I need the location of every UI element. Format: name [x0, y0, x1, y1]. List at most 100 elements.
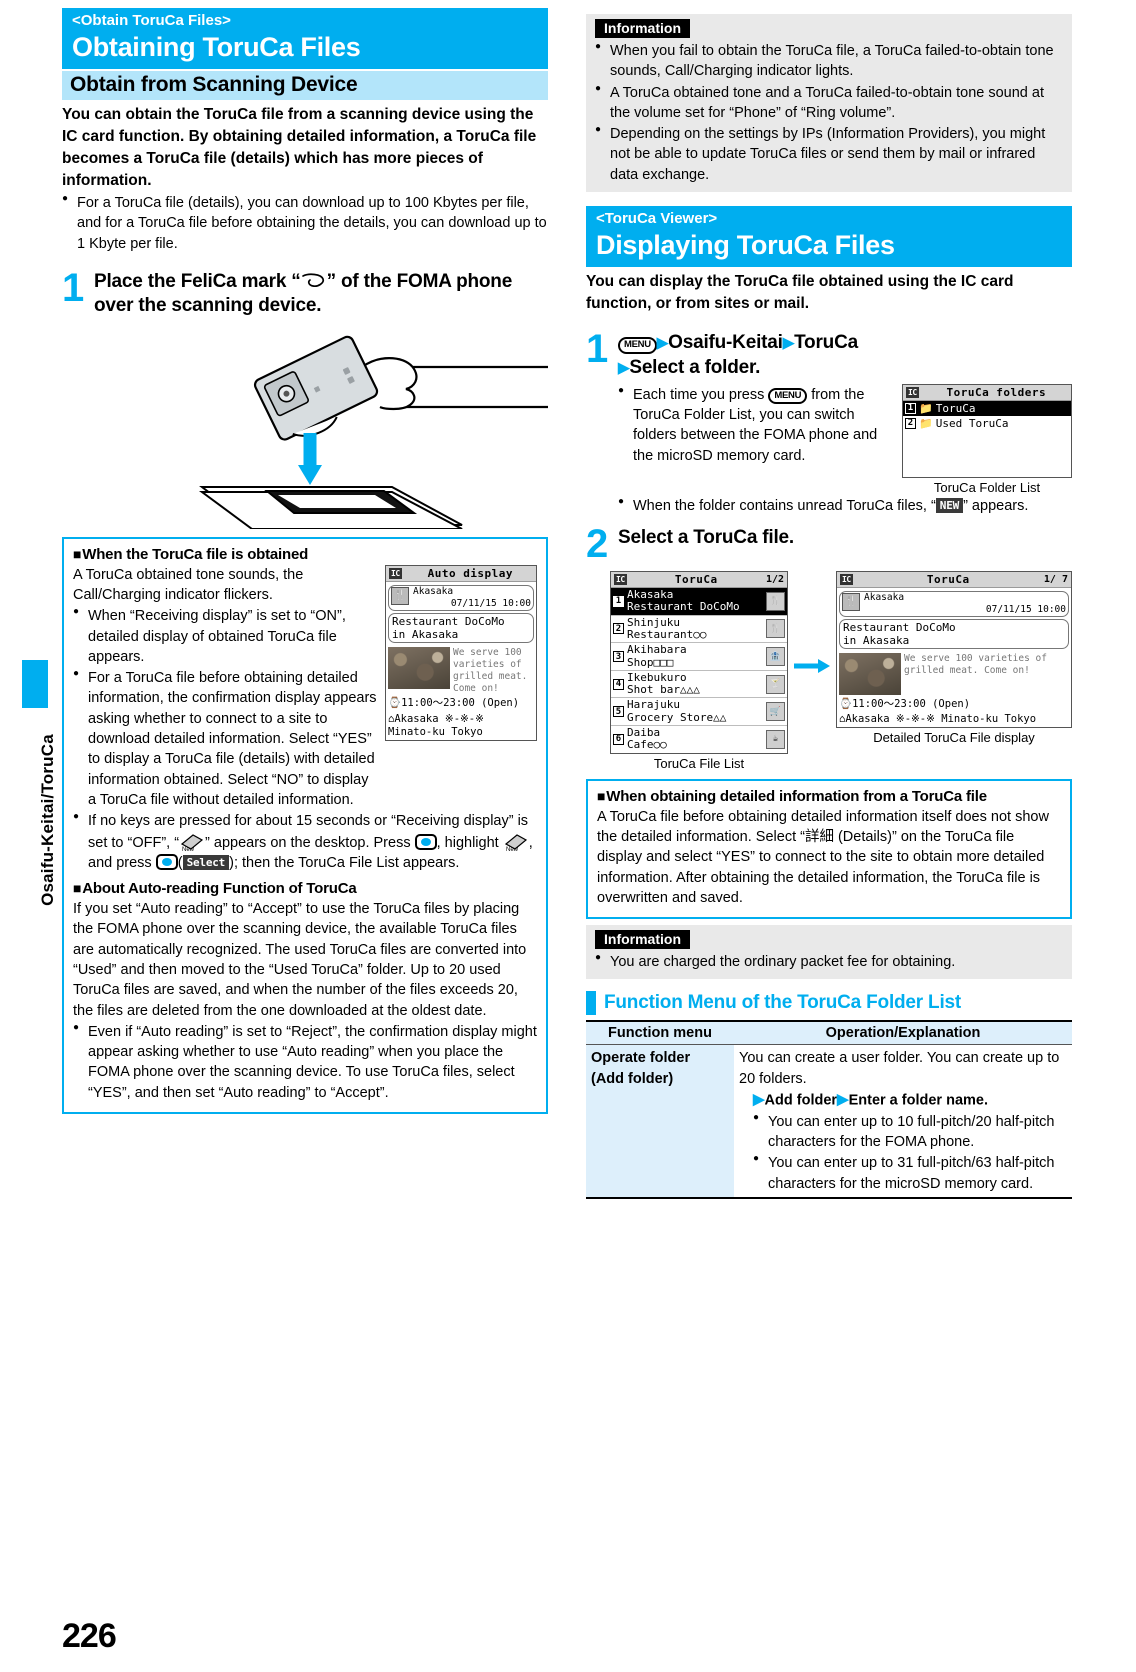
toruca-card-description: We serve 100 varieties of grilled meat. …	[453, 646, 528, 694]
detail-shot-caption: Detailed ToruCa File display	[873, 730, 1035, 746]
new-badge-icon: NEW	[935, 497, 964, 514]
table-row: Operate folder (Add folder) You can crea…	[586, 1044, 1072, 1200]
viewer-step-1-title-2: ▶Select a folder.	[618, 356, 1072, 380]
bar-icon: 🍸	[766, 674, 785, 694]
note-autoread-title: About Auto-reading Function of ToruCa	[73, 880, 537, 897]
folder-row-toruca[interactable]: 1 📁 ToruCa	[903, 400, 1071, 416]
note-bullet-receiving-display-on: When “Receiving display” is set to “ON”,…	[73, 605, 377, 667]
b2-text-a: When the folder contains unread ToruCa f…	[633, 497, 936, 514]
detail-shot-page-indicator: 1/ 7	[1043, 573, 1068, 585]
row-text: Akihabara Shop□□□	[627, 644, 763, 669]
viewer-bullet-switch-folders: Each time you press MENU from the ToruCa…	[618, 384, 892, 466]
arrow-icon-3: ▶	[618, 359, 630, 377]
detail-card-header: 🍴 Akasaka 07/11/15 10:00	[839, 590, 1069, 617]
toruca-card-media: We serve 100 varieties of grilled meat. …	[386, 645, 536, 697]
detail-card-title: Restaurant DoCoMo in Akasaka	[839, 618, 1069, 650]
viewer-step-2-number: 2	[586, 522, 609, 567]
row-number: 5	[613, 706, 624, 718]
folder-shot-titlebar: IC ToruCa folders	[903, 384, 1071, 401]
transition-arrow-icon	[794, 571, 830, 680]
toruca-card-address: ⌂Akasaka ※-※-※ Minato-ku Tokyo	[388, 712, 484, 738]
heading-accent-bar	[586, 991, 596, 1016]
arrow-icon-1: ▶	[656, 334, 669, 352]
auto-display-shot-wrap: IC Auto display 🍴 Akasaka 07/11/15 10:00…	[385, 564, 537, 811]
folder-row-used-toruca[interactable]: 2 📁 Used ToruCa	[903, 416, 1071, 431]
cafe-icon: ☕	[766, 729, 785, 749]
section-header-obtain: <Obtain ToruCa Files> Obtaining ToruCa F…	[62, 8, 548, 70]
operation-bullet-2: You can enter up to 31 full-pitch/63 hal…	[753, 1152, 1067, 1194]
folder-shot-wrap: IC ToruCa folders 1 📁 ToruCa 2 📁 Used To…	[902, 383, 1072, 495]
ic-badge-icon-folder: IC	[906, 386, 919, 398]
viewer-step-1-title: MENU ▶Osaifu-Keitai▶ToruCa	[618, 331, 1072, 355]
file-list-shot-wrap: IC ToruCa 1/2 1 Akasaka Restaurant DoCoM…	[610, 570, 788, 771]
note-autoread-p1: If you set “Auto reading” to “Accept” to…	[73, 901, 527, 1019]
b1-text-a: Each time you press	[633, 386, 769, 403]
row-line2: Shot bar△△△	[627, 683, 700, 697]
restaurant-icon: 🍴	[391, 586, 409, 605]
b2-text-b: ” appears.	[963, 497, 1029, 514]
shop-icon: 🏦	[766, 647, 785, 666]
detail-shot-wrap: IC ToruCa 1/ 7 🍴 Akasaka 07/11/15 10:00 …	[836, 570, 1072, 746]
note-autoread-bullet: Even if “Auto reading” is set to “Reject…	[73, 1021, 537, 1103]
menu-key-icon-2[interactable]: MENU	[768, 387, 808, 405]
auto-display-shot: IC Auto display 🍴 Akasaka 07/11/15 10:00…	[385, 564, 537, 741]
section-bullets: For a ToruCa file (details), you can dow…	[62, 192, 548, 254]
row-text: Harajuku Grocery Store△△	[627, 699, 763, 724]
detail-card-datetime: 07/11/15 10:00	[985, 603, 1066, 615]
file-list-page-indicator: 1/2	[765, 573, 784, 585]
folder-row-number-1: 1	[905, 402, 916, 414]
arrow-icon-2: ▶	[782, 334, 795, 352]
row-number: 3	[613, 651, 624, 662]
toruca-card-title: Restaurant DoCoMo in Akasaka	[388, 612, 534, 643]
side-tab: Osaifu-Keitai/ToruCa	[22, 660, 57, 960]
viewer-step-1-number: 1	[586, 327, 609, 372]
select-softkey[interactable]: Select	[182, 854, 230, 871]
new-toruca-icon-2: New	[503, 832, 529, 853]
viewer-step-2-title: Select a ToruCa file.	[618, 527, 795, 549]
table-row[interactable]: 5 Harajuku Grocery Store△△ 🛒	[611, 698, 787, 727]
toruca-card-datetime: 07/11/15 10:00	[450, 597, 531, 609]
table-row[interactable]: 6 Daiba Cafe○○ ☕	[611, 726, 787, 753]
column-header-operation: Operation/Explanation	[734, 1020, 1072, 1046]
row-line2: Cafe○○	[627, 738, 667, 752]
operation-step-add-folder: Add folder	[764, 1092, 838, 1109]
row-text: Ikebukuro Shot bar△△△	[627, 671, 763, 697]
toruca-file-list-shot: IC ToruCa 1/2 1 Akasaka Restaurant DoCoM…	[610, 570, 788, 754]
auto-display-shot-titlebar: IC Auto display	[386, 565, 536, 582]
cell-operation-explanation: You can create a user folder. You can cr…	[734, 1044, 1072, 1200]
operation-bullet-1: You can enter up to 10 full-pitch/20 hal…	[753, 1111, 1067, 1153]
folder-icon-2: 📁	[919, 416, 933, 430]
viewer-step-1: 1 MENU ▶Osaifu-Keitai▶ToruCa ▶Select a fo…	[586, 327, 1072, 516]
note-when-obtained: When the ToruCa file is obtained A ToruC…	[62, 536, 548, 1115]
toruca-card-header: 🍴 Akasaka 07/11/15 10:00	[388, 584, 534, 611]
row-number: 1	[613, 595, 624, 607]
row-line1: Akihabara	[627, 643, 687, 657]
b3-text-c: , highlight	[436, 834, 503, 851]
note-obtaining-detailed-info: When obtaining detailed information from…	[586, 778, 1072, 920]
table-row[interactable]: 4 Ikebukuro Shot bar△△△ 🍸	[611, 671, 787, 699]
table-header-row: Function menu Operation/Explanation	[586, 1020, 1072, 1046]
b3-text-b: ” appears on the desktop. Press	[205, 834, 415, 851]
menu-key-icon[interactable]: MENU	[618, 337, 657, 354]
operation-paragraph: You can create a user folder. You can cr…	[739, 1050, 1060, 1087]
row-line1: Daiba	[627, 726, 661, 740]
note-bullet-before-details: For a ToruCa file before obtaining detai…	[73, 667, 377, 810]
page-number: 226	[62, 1617, 117, 1655]
table-row[interactable]: 2 Shinjuku Restaurant○○ 🍴	[611, 616, 787, 644]
toruca-card-hours: ⌚11:00～23:00 (Open)	[388, 697, 520, 710]
toruca-shots-row: IC ToruCa 1/2 1 Akasaka Restaurant DoCoM…	[586, 570, 1072, 771]
detail-card-media: We serve 100 varieties of grilled meat. …	[837, 651, 1071, 697]
arrow-icon-4: ▶	[753, 1091, 765, 1109]
ic-badge-icon-list: IC	[614, 573, 627, 585]
row-number: 6	[613, 733, 624, 745]
arrow-icon-5: ▶	[837, 1091, 849, 1109]
menu-path-select-folder: Select a folder.	[629, 356, 761, 378]
side-tab-label: Osaifu-Keitai/ToruCa	[38, 734, 57, 906]
toruca-folder-list-shot: IC ToruCa folders 1 📁 ToruCa 2 📁 Used To…	[902, 383, 1072, 478]
table-row[interactable]: 1 Akasaka Restaurant DoCoMo 🍴	[611, 587, 787, 616]
table-row[interactable]: 3 Akihabara Shop□□□ 🏦	[611, 643, 787, 671]
detail-card-photo	[839, 653, 901, 696]
ic-badge-icon: IC	[389, 567, 402, 579]
section-title: Obtaining ToruCa Files	[72, 31, 361, 62]
column-header-function-menu: Function menu	[586, 1020, 734, 1046]
